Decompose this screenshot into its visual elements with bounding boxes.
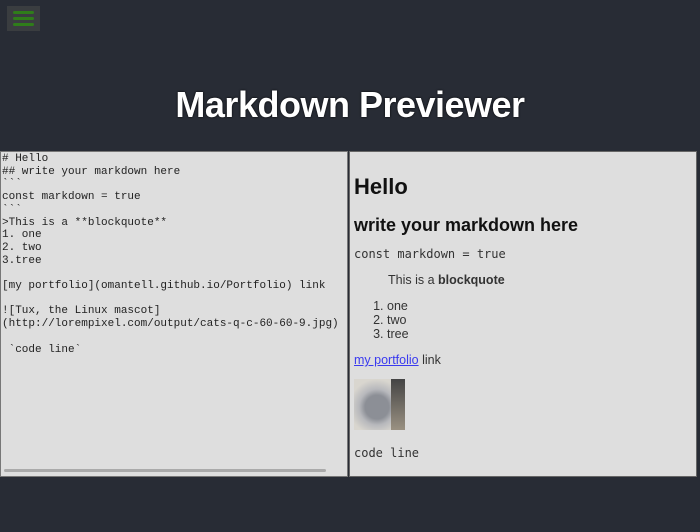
menu-button[interactable]	[7, 6, 40, 31]
blockquote-text: This is a	[388, 273, 439, 287]
preview-code-block: const markdown = true	[354, 247, 506, 261]
editor-horizontal-scrollbar[interactable]	[4, 469, 326, 472]
list-item: tree	[387, 327, 692, 341]
markdown-preview: Hello write your markdown here const mar…	[349, 151, 697, 477]
preview-heading-2: write your markdown here	[354, 215, 579, 235]
list-item: two	[387, 313, 692, 327]
hamburger-icon	[13, 11, 34, 26]
cat-image	[354, 379, 405, 430]
preview-heading-1: Hello	[354, 174, 408, 199]
page-title: Markdown Previewer	[175, 84, 525, 125]
portfolio-link[interactable]: my portfolio	[354, 353, 419, 367]
list-item: one	[387, 299, 692, 313]
preview-inline-code: code line	[354, 446, 420, 460]
markdown-editor[interactable]: # Hello ## write your markdown here ``` …	[0, 151, 348, 477]
preview-link-paragraph: my portfolio link	[354, 353, 692, 367]
blockquote-bold: blockquote	[438, 273, 505, 287]
preview-ordered-list: one two tree	[354, 299, 692, 341]
link-suffix: link	[418, 353, 441, 367]
preview-blockquote: This is a blockquote	[388, 273, 692, 287]
